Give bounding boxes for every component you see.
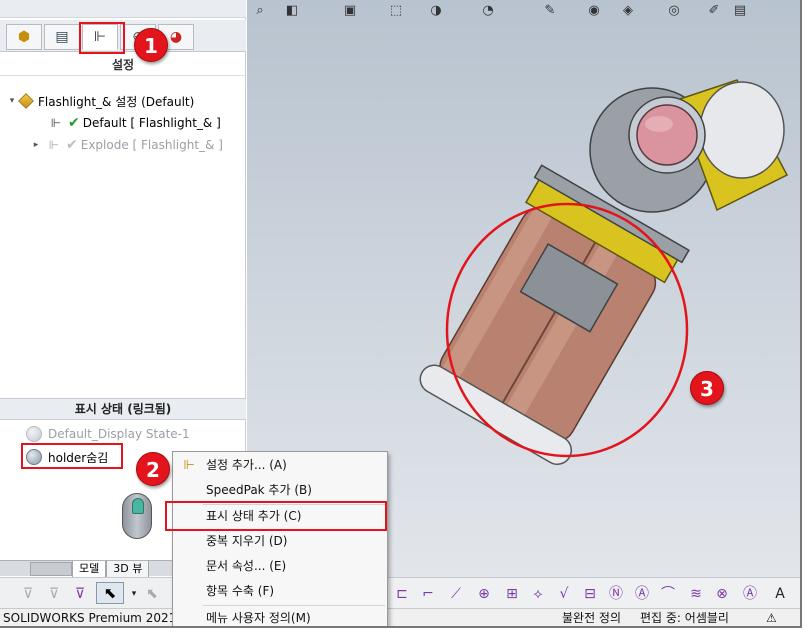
- filter-sketch-icon[interactable]: √: [554, 584, 574, 604]
- selection-filter-toolbar: ⊽ ⊽ ⊽ ⬉ ▾ ⬉ ⊏ ⌐ ⟋ ⊕ ⊞ ⟡ √ ⊟ Ⓝ Ⓐ ⌒ ≋ ⊗ Ⓐ …: [0, 577, 800, 608]
- panel-title: 설정: [0, 54, 246, 76]
- display-state-label: Default_Display State-1: [48, 427, 190, 441]
- filter-edges-icon[interactable]: ⊏: [392, 584, 412, 604]
- filter-icon[interactable]: ⊽: [18, 584, 38, 604]
- menu-delete-duplicates[interactable]: 중복 지우기 (D): [174, 529, 386, 554]
- tab-property-manager[interactable]: ▤: [44, 24, 80, 50]
- display-state-header: 표시 상태 (링크됨): [0, 398, 246, 420]
- configuration-tree: ▾ Flashlight_& 설정 (Default) ⊩ ✔ Default …: [0, 90, 246, 156]
- step-badge-2: 2: [136, 452, 170, 486]
- select-tool-button[interactable]: ⬉: [96, 582, 124, 604]
- filter-icon[interactable]: ⊽: [70, 584, 90, 604]
- filter-axes-icon[interactable]: ⊕: [474, 584, 494, 604]
- tree-root-label: Flashlight_& 설정 (Default): [38, 94, 195, 109]
- tab-model[interactable]: 모델: [72, 560, 107, 577]
- chevron-down-icon[interactable]: ▾: [124, 584, 144, 604]
- expand-arrow-icon[interactable]: ▸: [30, 140, 42, 150]
- tree-item-explode[interactable]: ▸ ⊩ ✔ Explode [ Flashlight_& ]: [0, 134, 246, 156]
- filter-points-icon[interactable]: ⟡: [528, 584, 548, 604]
- filter-planes-icon[interactable]: ⊞: [502, 584, 522, 604]
- filter-surface-finish-icon[interactable]: ≋: [686, 584, 706, 604]
- assembly-icon: [18, 93, 34, 109]
- tree-item-default[interactable]: ⊩ ✔ Default [ Flashlight_& ]: [0, 112, 246, 134]
- mouse-right-click-icon: [122, 493, 152, 539]
- status-bar: SOLIDWORKS Premium 2021 S 불완전 정의 편집 중: 어…: [0, 608, 800, 626]
- select-icon[interactable]: ⬉: [142, 584, 162, 604]
- property-list-icon: ▤: [55, 29, 69, 45]
- part-icon: ⬢: [17, 29, 31, 45]
- menu-item-label: 문서 속성... (E): [206, 559, 287, 573]
- highlight-add-display-state: [165, 501, 387, 531]
- solidworks-window: ⌕ ◧ ▣ ⬚ ◑ ◔ ✎ ◉ ◈ ◎ ✐ ▤ ⬢ ▤ ⊩ ◕ 설정 ▾ Fla…: [0, 0, 802, 628]
- step-badge-3: 3: [690, 371, 724, 405]
- add-configuration-icon: ⊩: [183, 458, 195, 473]
- filter-text-icon[interactable]: A: [770, 584, 790, 604]
- filter-datum-icon[interactable]: ⊗: [712, 584, 732, 604]
- configuration-icon: ⊩: [48, 138, 60, 152]
- display-state-default[interactable]: Default_Display State-1: [26, 424, 190, 444]
- tree-item-label: Explode [ Flashlight_& ]: [80, 138, 223, 152]
- filter-vertices-icon[interactable]: ⌐: [418, 584, 438, 604]
- menu-item-label: 항목 수축 (F): [206, 584, 275, 598]
- tree-root[interactable]: ▾ Flashlight_& 설정 (Default): [0, 90, 246, 112]
- tree-item-label: Default [ Flashlight_& ]: [82, 116, 221, 130]
- menu-document-properties[interactable]: 문서 속성... (E): [174, 554, 386, 579]
- filter-dimensions-icon[interactable]: ⊟: [580, 584, 600, 604]
- display-state-icon: [26, 426, 42, 442]
- tab-feature-manager[interactable]: ⬢: [6, 24, 42, 50]
- menu-item-label: 설정 추가... (A): [206, 458, 287, 472]
- menu-item-label: 메뉴 사용자 정의(M): [206, 611, 311, 625]
- filter-annotations-icon[interactable]: Ⓐ: [632, 584, 652, 604]
- menu-customize[interactable]: 메뉴 사용자 정의(M): [174, 606, 386, 626]
- appearance-icon: ◕: [169, 29, 183, 45]
- menu-add-speedpak[interactable]: SpeedPak 추가 (B): [174, 478, 386, 503]
- context-menu: ⊩ 설정 추가... (A) SpeedPak 추가 (B) 표시 상태 추가 …: [172, 451, 388, 626]
- filter-weld-icon[interactable]: ⌒: [658, 584, 678, 604]
- rebuild-icon[interactable]: ⚠: [766, 609, 777, 626]
- filter-faces-icon[interactable]: ⟋: [446, 584, 466, 604]
- panel-top-strip: [0, 0, 246, 18]
- menu-collapse-items[interactable]: 항목 수축 (F): [174, 579, 386, 604]
- inactive-check-icon: ✔: [66, 137, 78, 153]
- configuration-icon: ⊩: [50, 116, 62, 130]
- menu-item-label: 중복 지우기 (D): [206, 534, 288, 548]
- tab-scroll-arrows[interactable]: [30, 561, 72, 576]
- highlight-config-tab: [79, 22, 125, 54]
- tab-3d-views[interactable]: 3D 뷰: [106, 560, 150, 577]
- filter-notes-icon[interactable]: Ⓝ: [606, 584, 626, 604]
- menu-item-label: SpeedPak 추가 (B): [206, 483, 312, 497]
- menu-add-configuration[interactable]: ⊩ 설정 추가... (A): [174, 453, 386, 478]
- status-definition-state: 불완전 정의: [562, 611, 622, 625]
- step-badge-1: 1: [134, 28, 168, 62]
- collapse-arrow-icon[interactable]: ▾: [6, 96, 18, 106]
- status-app-name: SOLIDWORKS Premium 2021 S: [3, 611, 188, 625]
- active-check-icon: ✔: [68, 115, 80, 131]
- highlight-display-state: [21, 443, 123, 469]
- filter-blocks-icon[interactable]: Ⓐ: [740, 584, 760, 604]
- status-edit-mode: 편집 중: 어셈블리: [640, 611, 729, 625]
- filter-icon[interactable]: ⊽: [44, 584, 64, 604]
